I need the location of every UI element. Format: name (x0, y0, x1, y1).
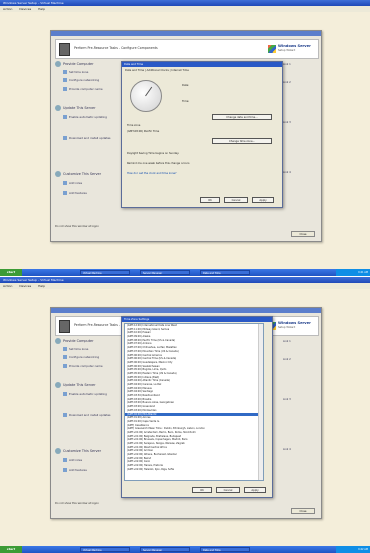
dialog-tabs[interactable]: Date and Time | Additional Clocks | Inte… (125, 69, 189, 72)
start-button[interactable]: start (0, 546, 22, 553)
menu-help[interactable]: Help (38, 284, 45, 288)
server-icon (59, 43, 70, 56)
menu-bar: Action Devices Help (0, 6, 370, 12)
brand-name: Windows Server (278, 321, 311, 325)
right-link[interactable]: Link 4 (283, 171, 291, 174)
taskbar-item[interactable]: Virtual Machine (80, 547, 130, 552)
menu-bar: Action Devices Help (0, 283, 370, 289)
vm-window: Perform Pre-Resource Tasks - Configure C… (50, 307, 322, 519)
task-link[interactable]: Enable automatic updating (63, 392, 107, 396)
bottom-bar: Close (55, 231, 317, 238)
group-title: Provide Computer (55, 338, 94, 344)
menu-action[interactable]: Action (3, 284, 12, 288)
system-tray-clock: 9:42 AM (336, 546, 370, 553)
banner: Perform Pre-Resource Tasks - Configure C… (55, 39, 319, 59)
status-text[interactable]: Do not show this window at logon (55, 225, 317, 230)
brand-sub: Setup Wizard (278, 326, 296, 329)
group-title: Update This Server (55, 105, 95, 111)
menu-action[interactable]: Action (3, 7, 12, 11)
taskbar-item[interactable]: Date and Time (200, 547, 250, 552)
right-links: Link 1 Link 2 Link 3 Link 4 (283, 338, 317, 498)
date-label: Date: (182, 84, 190, 87)
ok-button[interactable]: OK (192, 487, 212, 493)
screenshot-top: Windows Server Setup – Virtual Machine A… (0, 0, 370, 276)
time-zone-dialog: Time Zone Settings (GMT-12:00) Internati… (121, 316, 273, 498)
windows-flag-icon (268, 45, 276, 53)
menu-devices[interactable]: Devices (19, 7, 31, 11)
brand-logo: Windows Server Setup Wizard (268, 320, 314, 332)
time-zone-list[interactable]: (GMT-12:00) International Date Line West… (124, 323, 264, 481)
group-title: Provide Computer (55, 61, 94, 67)
scrollbar[interactable] (258, 324, 263, 480)
task-link[interactable]: Provide computer name (63, 364, 103, 368)
right-link[interactable]: Link 3 (283, 398, 291, 401)
clock-icon (130, 80, 162, 112)
close-button[interactable]: Close (291, 231, 315, 237)
change-time-zone-button[interactable]: Change time zone... (212, 138, 272, 144)
group-title: Customize This Server (55, 171, 101, 177)
banner-title: Perform Pre-Resource Tasks - Configure C… (74, 46, 158, 50)
system-tray-clock: 9:41 AM (336, 269, 370, 276)
dialog-title: Date and Time (122, 62, 282, 67)
task-link[interactable]: Add roles (63, 458, 82, 462)
time-zone-value: (GMT-08:00) Pacific Time (127, 130, 160, 133)
task-link[interactable]: Set time zone (63, 347, 88, 351)
taskbar: start Virtual Machine Server Manager Dat… (0, 546, 370, 553)
right-link[interactable]: Link 1 (283, 340, 291, 343)
group-title: Update This Server (55, 382, 95, 388)
right-link[interactable]: Link 1 (283, 63, 291, 66)
brand-name: Windows Server (278, 44, 311, 48)
task-list: Provide Computer Set time zone Configure… (55, 338, 125, 498)
remind-checkbox[interactable]: Remind me one week before this change oc… (127, 162, 189, 165)
date-time-dialog: Date and Time Date and Time | Additional… (121, 61, 283, 208)
right-link[interactable]: Link 3 (283, 121, 291, 124)
task-link[interactable]: Download and install updates (63, 136, 111, 140)
task-link[interactable]: Download and install updates (63, 413, 111, 417)
vm-window-title (51, 31, 321, 36)
brand-sub: Setup Wizard (278, 49, 296, 52)
bottom-bar: Close (55, 508, 317, 515)
time-label: Time: (182, 100, 190, 103)
close-button[interactable]: Close (291, 508, 315, 514)
task-link[interactable]: Add features (63, 468, 87, 472)
status-text[interactable]: Do not show this window at logon (55, 502, 317, 507)
cancel-button[interactable]: Cancel (224, 197, 248, 203)
ok-button[interactable]: OK (200, 197, 220, 203)
right-link[interactable]: Link 2 (283, 358, 291, 361)
task-link[interactable]: Set time zone (63, 70, 88, 74)
right-link[interactable]: Link 4 (283, 448, 291, 451)
task-link[interactable]: Configure networking (63, 355, 99, 359)
start-button[interactable]: start (0, 269, 22, 276)
taskbar-item[interactable]: Virtual Machine (80, 270, 130, 275)
task-link[interactable]: Provide computer name (63, 87, 103, 91)
list-item[interactable]: (GMT+02:00) Helsinki, Kyiv, Riga, Sofia (125, 468, 263, 472)
vm-window-title (51, 308, 321, 313)
screenshot-bottom: Windows Server Setup – Virtual Machine A… (0, 277, 370, 553)
help-link[interactable]: How do I set the clock and time zone? (127, 172, 176, 175)
server-icon (59, 320, 70, 333)
group-title: Customize This Server (55, 448, 101, 454)
taskbar: start Virtual Machine Server Manager Dat… (0, 269, 370, 276)
menu-help[interactable]: Help (38, 7, 45, 11)
brand-logo: Windows Server Setup Wizard (268, 43, 314, 55)
vm-window: Perform Pre-Resource Tasks - Configure C… (50, 30, 322, 242)
right-link[interactable]: Link 2 (283, 81, 291, 84)
right-links: Link 1 Link 2 Link 3 Link 4 (283, 61, 317, 221)
menu-devices[interactable]: Devices (19, 284, 31, 288)
time-zone-label: Time zone (127, 124, 141, 127)
change-date-time-button[interactable]: Change date and time... (212, 114, 272, 120)
apply-button[interactable]: Apply (244, 487, 266, 493)
taskbar-item[interactable]: Server Manager (140, 270, 190, 275)
apply-button[interactable]: Apply (252, 197, 274, 203)
taskbar-item[interactable]: Server Manager (140, 547, 190, 552)
dialog-title: Time Zone Settings (122, 317, 272, 322)
task-link[interactable]: Add roles (63, 181, 82, 185)
dst-note: Daylight Saving Time begins on Sunday. (127, 152, 180, 155)
task-link[interactable]: Configure networking (63, 78, 99, 82)
taskbar-item[interactable]: Date and Time (200, 270, 250, 275)
task-link[interactable]: Enable automatic updating (63, 115, 107, 119)
task-link[interactable]: Add features (63, 191, 87, 195)
task-list: Provide Computer Set time zone Configure… (55, 61, 125, 221)
cancel-button[interactable]: Cancel (216, 487, 240, 493)
